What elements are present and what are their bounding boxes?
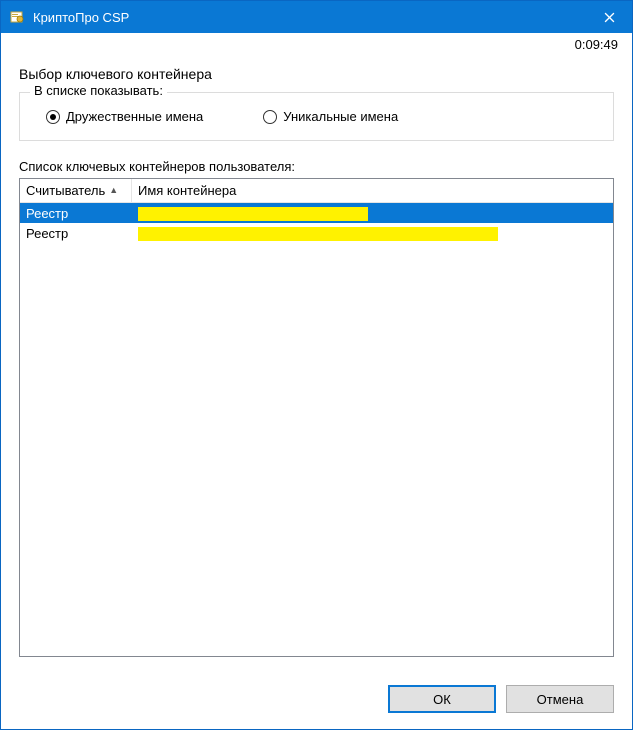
cancel-button[interactable]: Отмена bbox=[506, 685, 614, 713]
display-mode-group: В списке показывать: Дружественные имена… bbox=[19, 92, 614, 141]
cell-reader: Реестр bbox=[20, 226, 132, 241]
column-reader[interactable]: Считыватель ▲ bbox=[20, 179, 132, 202]
group-legend: В списке показывать: bbox=[30, 83, 167, 98]
ok-button[interactable]: ОК bbox=[388, 685, 496, 713]
radio-friendly-label: Дружественные имена bbox=[66, 109, 203, 124]
container-list[interactable]: Считыватель ▲ Имя контейнера Реестр Реес… bbox=[19, 178, 614, 657]
list-header: Считыватель ▲ Имя контейнера bbox=[20, 179, 613, 203]
redacted-highlight bbox=[138, 207, 368, 221]
list-rows: Реестр Реестр bbox=[20, 203, 613, 656]
column-name-label: Имя контейнера bbox=[138, 183, 236, 198]
titlebar[interactable]: КриптоПро CSP bbox=[1, 1, 632, 33]
radio-dot-icon bbox=[263, 110, 277, 124]
countdown-timer: 0:09:49 bbox=[1, 33, 632, 52]
page-title: Выбор ключевого контейнера bbox=[19, 66, 614, 82]
column-name[interactable]: Имя контейнера bbox=[132, 179, 613, 202]
close-button[interactable] bbox=[586, 1, 632, 33]
button-row: ОК Отмена bbox=[1, 671, 632, 729]
cell-reader: Реестр bbox=[20, 206, 132, 221]
table-row[interactable]: Реестр bbox=[20, 203, 613, 223]
sort-ascending-icon: ▲ bbox=[109, 185, 118, 195]
radio-dot-icon bbox=[46, 110, 60, 124]
dialog-body: Выбор ключевого контейнера В списке пока… bbox=[1, 52, 632, 671]
ok-label: ОК bbox=[433, 692, 451, 707]
dialog-window: КриптоПро CSP 0:09:49 Выбор ключевого ко… bbox=[0, 0, 633, 730]
list-label: Список ключевых контейнеров пользователя… bbox=[19, 159, 614, 174]
cell-name bbox=[132, 205, 613, 221]
certificate-icon bbox=[9, 9, 25, 25]
radio-unique-label: Уникальные имена bbox=[283, 109, 398, 124]
table-row[interactable]: Реестр bbox=[20, 223, 613, 243]
redacted-highlight bbox=[138, 227, 498, 241]
radio-unique-names[interactable]: Уникальные имена bbox=[263, 109, 398, 124]
cell-name bbox=[132, 225, 613, 241]
timer-value: 0:09:49 bbox=[575, 37, 618, 52]
column-reader-label: Считыватель bbox=[26, 183, 105, 198]
window-title: КриптоПро CSP bbox=[33, 10, 129, 25]
radio-friendly-names[interactable]: Дружественные имена bbox=[46, 109, 203, 124]
cancel-label: Отмена bbox=[537, 692, 584, 707]
